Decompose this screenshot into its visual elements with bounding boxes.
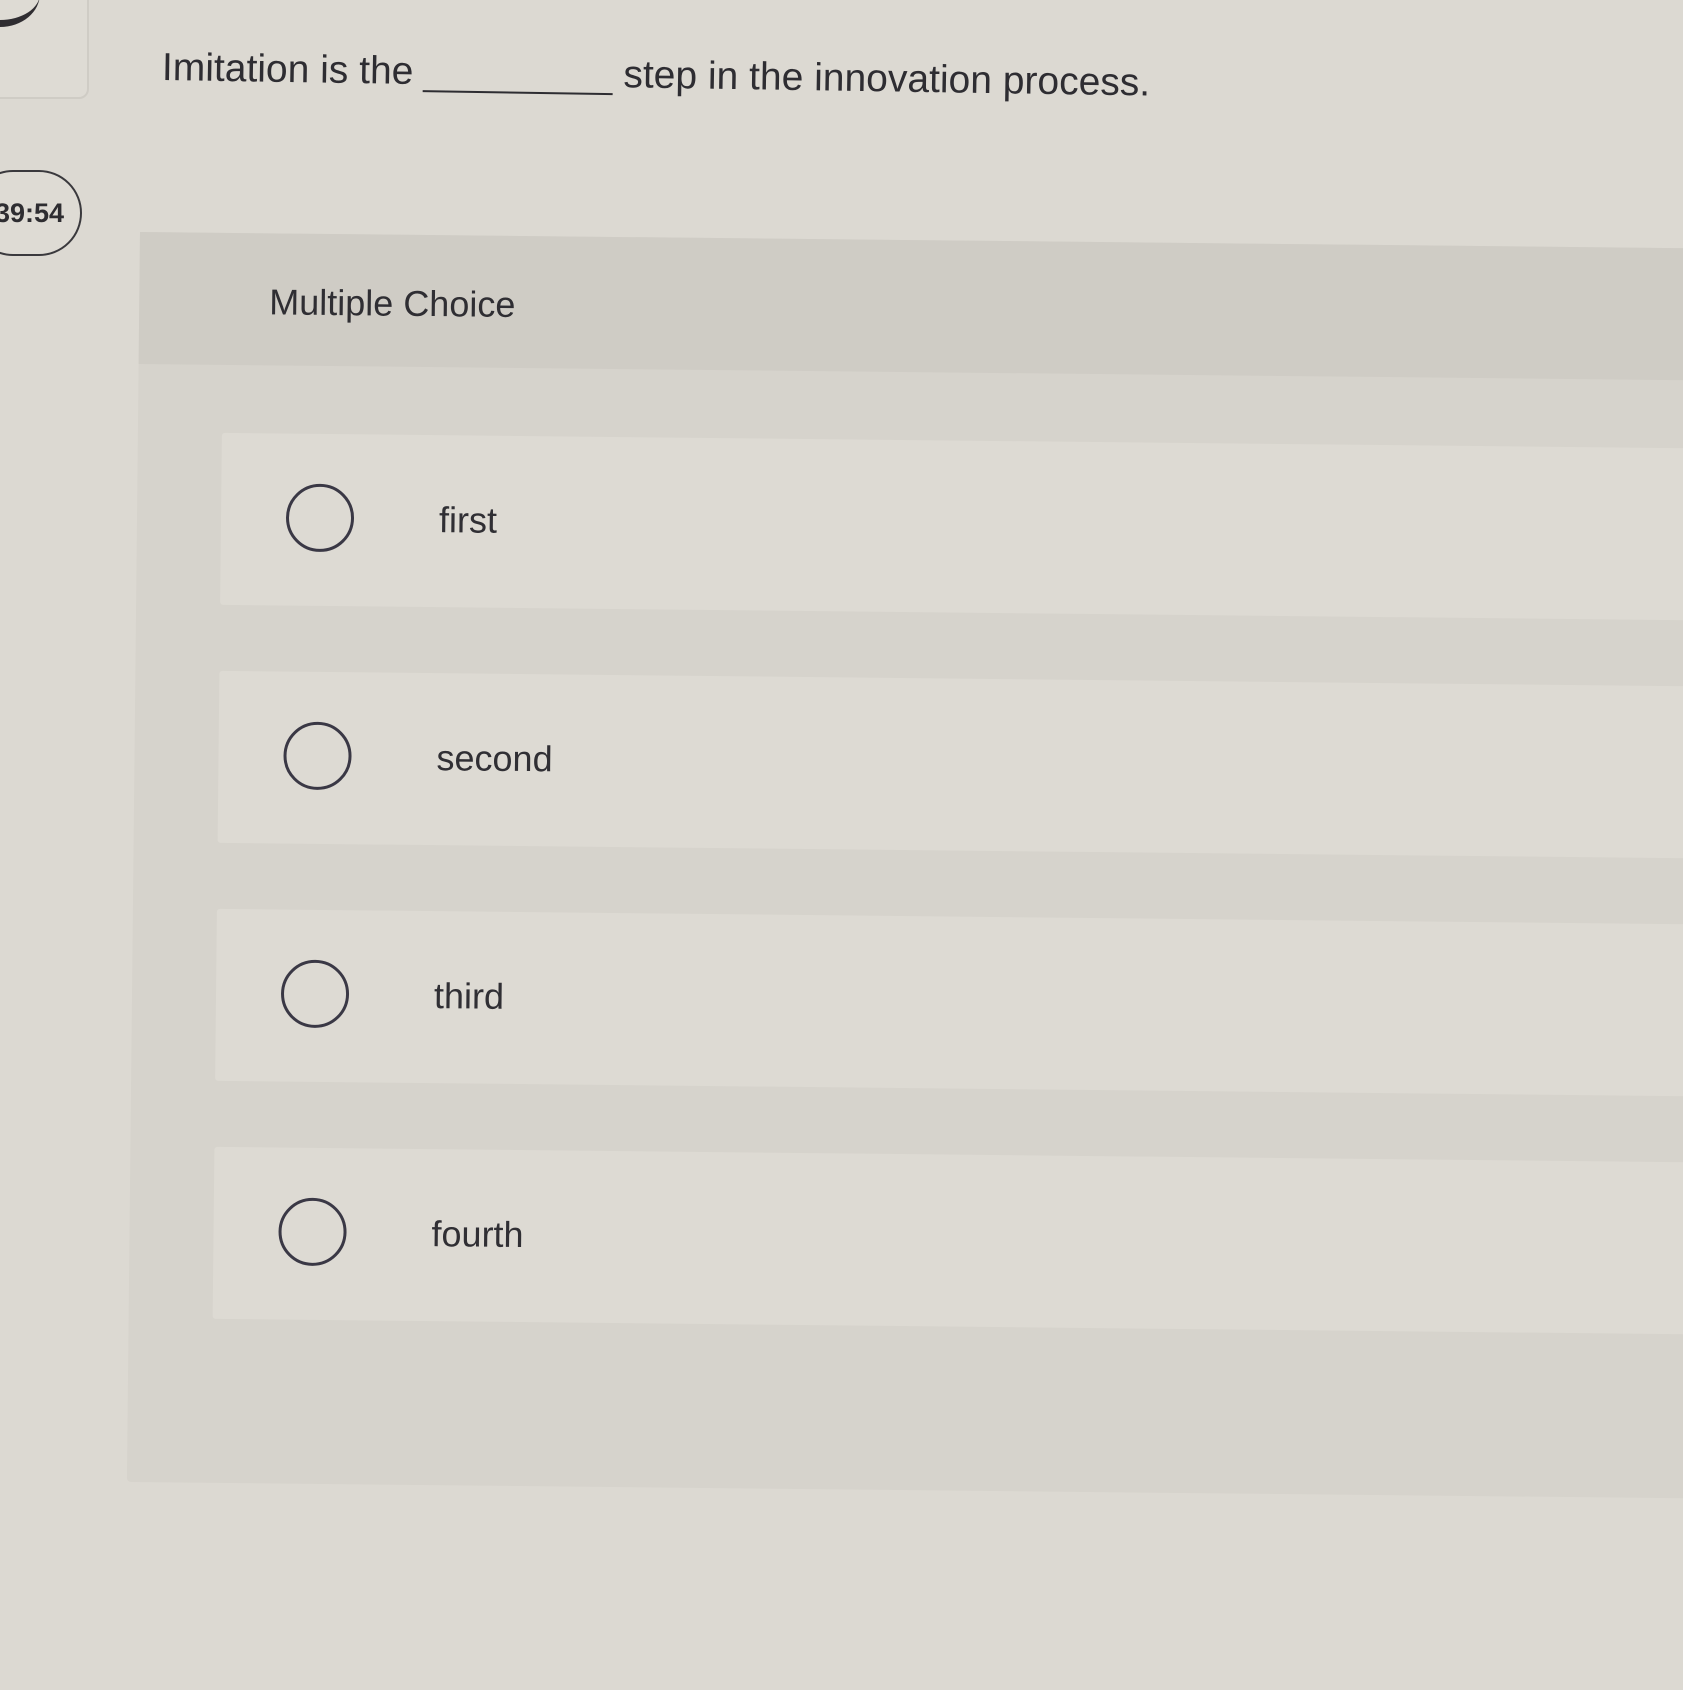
option-label: first [438, 499, 498, 541]
option-second[interactable]: second [217, 670, 1683, 859]
question-text: Imitation is the step in the innovation p… [162, 46, 1151, 106]
option-label: fourth [431, 1213, 524, 1256]
radio-button-icon[interactable] [285, 483, 355, 553]
timer-text: 39:54 [0, 197, 64, 228]
panel-header: Multiple Choice [138, 232, 1683, 381]
question-before-blank: Imitation is the [161, 46, 414, 93]
option-first[interactable]: first [220, 432, 1683, 621]
answer-panel: Multiple Choice first second third fourt… [126, 232, 1683, 1499]
option-fourth[interactable]: fourth [212, 1146, 1683, 1335]
timer-badge: 39:54 [0, 170, 82, 256]
option-third[interactable]: third [215, 908, 1683, 1097]
option-label: second [436, 737, 553, 780]
option-label: third [433, 975, 505, 1017]
panel-title: Multiple Choice [269, 281, 516, 325]
radio-button-icon[interactable] [280, 959, 350, 1029]
answer-blank [423, 90, 614, 96]
question-after-blank: step in the innovation process. [623, 53, 1151, 105]
radio-button-icon[interactable] [278, 1197, 347, 1267]
radio-button-icon[interactable] [283, 721, 352, 791]
